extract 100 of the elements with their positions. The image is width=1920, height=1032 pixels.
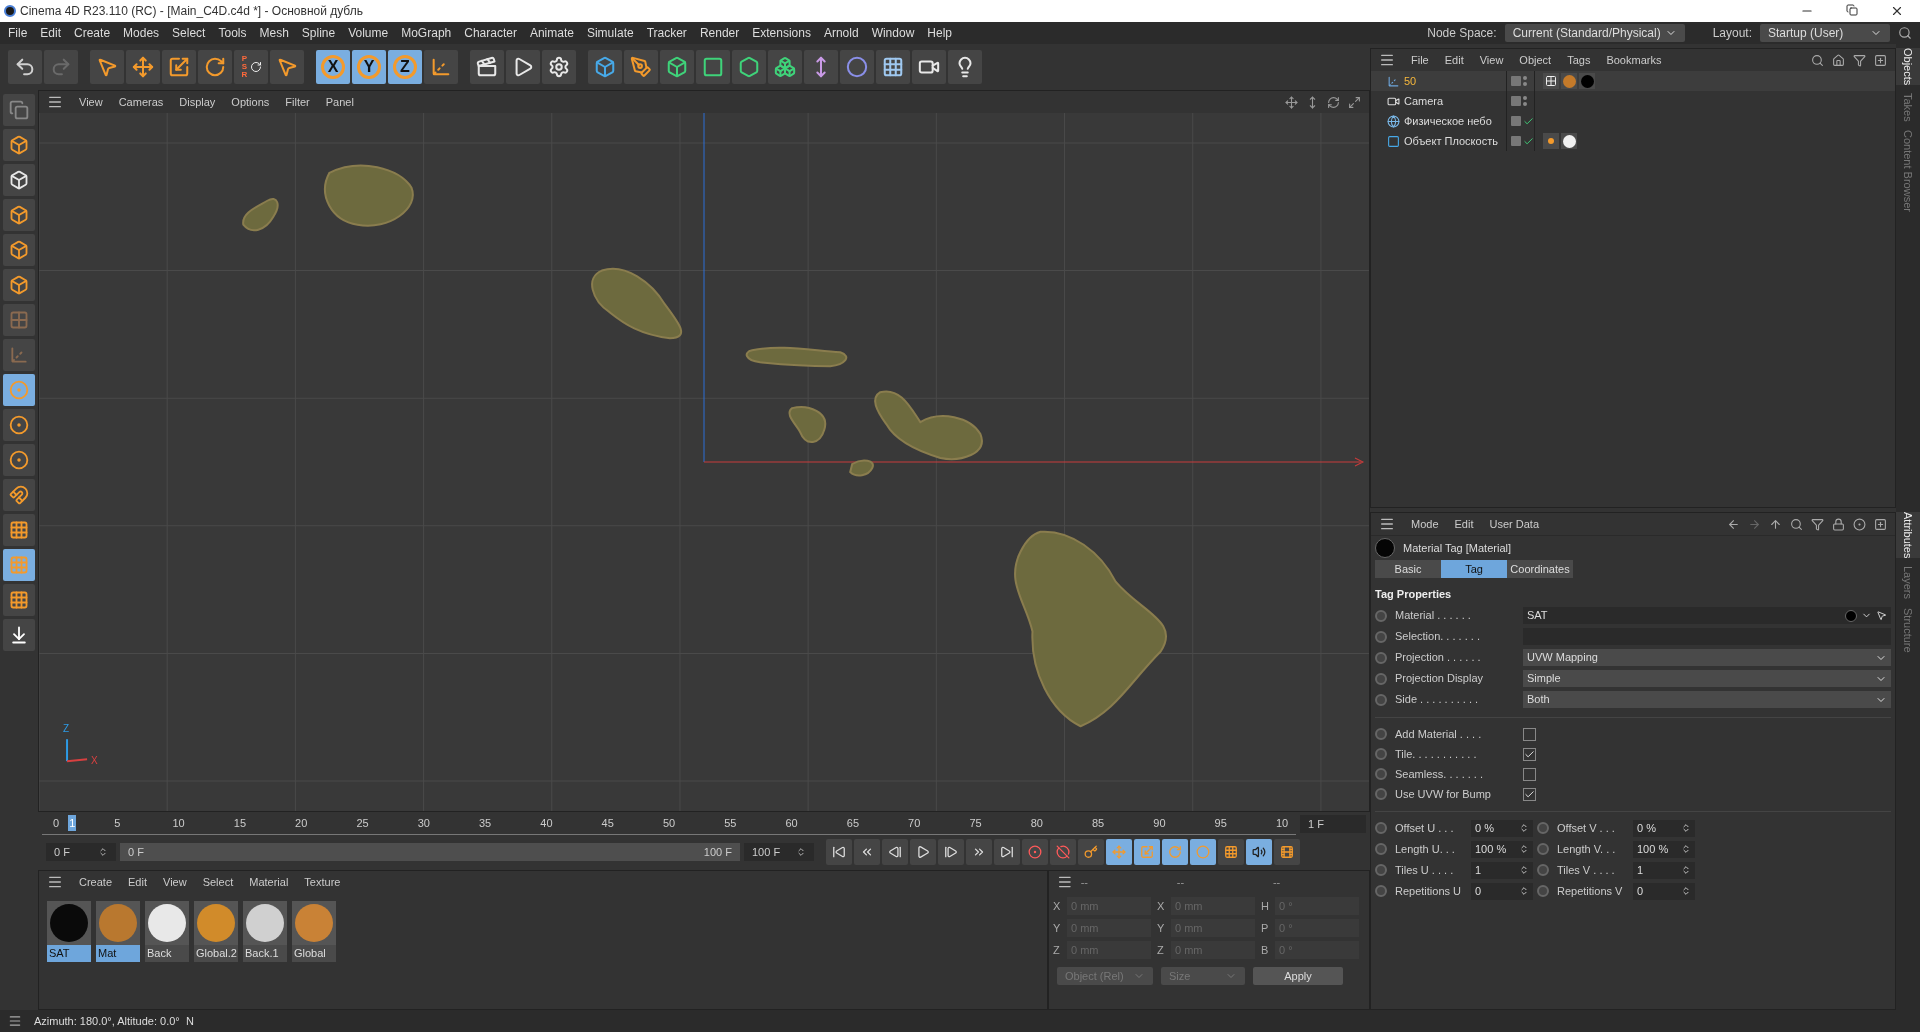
checkbox[interactable]: [1523, 747, 1536, 761]
menu-item[interactable]: Tracker: [646, 24, 687, 42]
stepper-icon[interactable]: [1519, 865, 1529, 875]
search-icon[interactable]: [1790, 517, 1803, 531]
option-dropdown[interactable]: Simple: [1523, 670, 1891, 687]
square-button[interactable]: [696, 50, 730, 84]
animation-radio-icon[interactable]: [1537, 843, 1549, 855]
material-swatch[interactable]: [50, 904, 88, 942]
play-button[interactable]: [506, 50, 540, 84]
swatch-label[interactable]: SAT: [47, 945, 91, 962]
animation-radio-icon[interactable]: [1375, 768, 1387, 780]
checkbox[interactable]: [1523, 767, 1536, 781]
new-panel-icon[interactable]: [1874, 517, 1887, 531]
material-link-field[interactable]: SAT: [1523, 607, 1891, 624]
menu-item[interactable]: Modes: [123, 24, 160, 42]
number-field[interactable]: 1: [1471, 861, 1533, 879]
grid-button[interactable]: [3, 514, 35, 546]
number-field[interactable]: 100 %: [1633, 840, 1695, 858]
object-row[interactable]: Camera: [1371, 91, 1895, 111]
menu-item[interactable]: Extensions: [752, 24, 811, 42]
swatch-label[interactable]: Global: [292, 945, 336, 962]
menu-item[interactable]: File: [8, 24, 28, 42]
material-menu-item[interactable]: Material: [249, 873, 289, 891]
menu-icon[interactable]: [47, 94, 63, 110]
object-row[interactable]: Физическое небо: [1371, 111, 1895, 131]
animation-radio-icon[interactable]: [1537, 864, 1549, 876]
animation-radio-icon[interactable]: [1375, 672, 1387, 685]
animation-radio-icon[interactable]: [1375, 864, 1387, 876]
number-field[interactable]: 0: [1633, 882, 1695, 900]
previous-key-button[interactable]: [854, 839, 880, 865]
end-frame-field[interactable]: 100 F: [744, 843, 814, 861]
stepper-icon[interactable]: [98, 847, 108, 857]
material-menu-item[interactable]: Select: [202, 873, 234, 891]
menu-item[interactable]: Arnold: [823, 24, 859, 42]
lightbulb-button[interactable]: [948, 50, 982, 84]
animation-radio-icon[interactable]: [1375, 728, 1387, 740]
menu-item[interactable]: Select: [172, 24, 206, 42]
menu-icon[interactable]: [1379, 516, 1395, 532]
animation-radio-icon[interactable]: [1375, 609, 1387, 622]
next-key-button[interactable]: [966, 839, 992, 865]
viewport-menu-item[interactable]: Filter: [285, 93, 310, 111]
material-menu-item[interactable]: Texture: [304, 873, 341, 891]
swatch-label[interactable]: Back.1: [243, 945, 287, 962]
pointer-button[interactable]: [270, 50, 304, 84]
animation-radio-icon[interactable]: [1375, 651, 1387, 664]
orbit-icon[interactable]: [1327, 95, 1340, 109]
material-menu-item[interactable]: View: [163, 873, 187, 891]
checkbox[interactable]: [1523, 727, 1536, 741]
stepper-icon[interactable]: [1681, 823, 1691, 833]
object-menu-item[interactable]: Edit: [1444, 51, 1464, 69]
material-swatch[interactable]: [246, 904, 284, 942]
undo-button[interactable]: [8, 50, 42, 84]
dots-tag-icon[interactable]: [1543, 133, 1559, 149]
snap-button[interactable]: [3, 444, 35, 476]
axis-toggle-button[interactable]: Y: [352, 50, 386, 84]
visibility-dots-icon[interactable]: [1523, 96, 1527, 106]
stepper-icon[interactable]: [1519, 886, 1529, 896]
axis-toggle-button[interactable]: X: [316, 50, 350, 84]
stepper-icon[interactable]: [796, 847, 806, 857]
property-tab[interactable]: Coordinates: [1507, 560, 1573, 578]
menu-item[interactable]: Window: [871, 24, 915, 42]
stepper-icon[interactable]: [1519, 823, 1529, 833]
pointer-button[interactable]: [90, 50, 124, 84]
up-icon[interactable]: [1769, 517, 1782, 531]
snap-button[interactable]: [3, 409, 35, 441]
clapperboard-button[interactable]: [470, 50, 504, 84]
grid-button[interactable]: [3, 584, 35, 616]
material-menu-item[interactable]: Create: [79, 873, 113, 891]
option-dropdown[interactable]: UVW Mapping: [1523, 649, 1891, 666]
animation-radio-icon[interactable]: [1375, 885, 1387, 897]
viewport-menu-item[interactable]: Display: [179, 93, 216, 111]
stepper-icon[interactable]: [1681, 886, 1691, 896]
animation-radio-icon[interactable]: [1537, 885, 1549, 897]
property-tab[interactable]: Basic: [1375, 560, 1441, 578]
option-dropdown[interactable]: Both: [1523, 691, 1891, 708]
hexagon-button[interactable]: [732, 50, 766, 84]
record-button[interactable]: [1022, 839, 1048, 865]
stepper-icon[interactable]: [1681, 844, 1691, 854]
search-icon[interactable]: [1898, 26, 1912, 40]
menu-item[interactable]: Character: [464, 24, 517, 42]
close-icon[interactable]: [1890, 4, 1904, 18]
stepper-icon[interactable]: [1681, 865, 1691, 875]
object-row[interactable]: 50: [1371, 71, 1895, 91]
menu-icon[interactable]: [1057, 874, 1073, 890]
material-tag-icon[interactable]: [1561, 133, 1577, 149]
layout-dropdown[interactable]: Startup (User): [1760, 24, 1890, 42]
pen-button[interactable]: [624, 50, 658, 84]
pointer-icon[interactable]: [1876, 610, 1887, 621]
number-field[interactable]: 1: [1633, 861, 1695, 879]
frame-field[interactable]: 1 F: [1300, 815, 1366, 833]
material-swatch[interactable]: [295, 904, 333, 942]
object-row[interactable]: Объект Плоскость: [1371, 131, 1895, 151]
grid-button[interactable]: [876, 50, 910, 84]
cube-button[interactable]: [660, 50, 694, 84]
object-menu-item[interactable]: Bookmarks: [1606, 51, 1662, 69]
menu-item[interactable]: Spline: [301, 24, 336, 42]
skip-back-button[interactable]: [826, 839, 852, 865]
viewport-menu-item[interactable]: Options: [231, 93, 270, 111]
pan-icon[interactable]: [1285, 95, 1298, 109]
camera-button[interactable]: [912, 50, 946, 84]
